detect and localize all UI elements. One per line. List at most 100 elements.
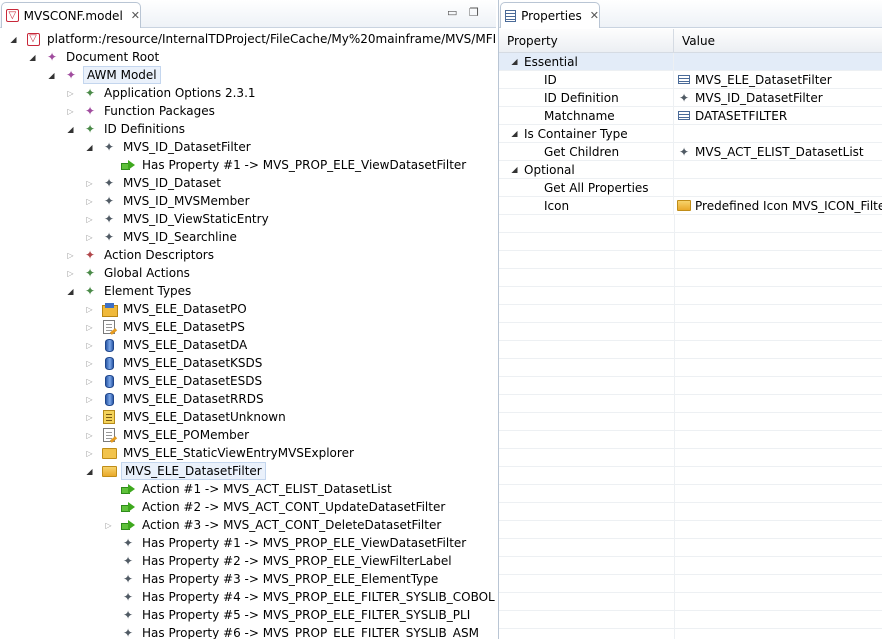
empty-table-row bbox=[499, 449, 882, 467]
column-header-property[interactable]: Property bbox=[499, 29, 674, 53]
tree-item[interactable]: ▷ ✦ MVS_ID_Searchline bbox=[0, 228, 496, 246]
collapsed-twisty-icon[interactable]: ▷ bbox=[84, 304, 95, 315]
collapsed-twisty-icon[interactable]: ▷ bbox=[65, 106, 76, 117]
editor-tab[interactable]: ▽ MVSCONF.model ✕ bbox=[1, 2, 141, 28]
tree-item[interactable]: ◢ ✦ Document Root bbox=[0, 48, 496, 66]
property-row[interactable]: Icon Predefined Icon MVS_ICON_Filter bbox=[499, 197, 882, 215]
model-file-icon: ▽ bbox=[25, 31, 41, 47]
collapsed-twisty-icon[interactable]: ▷ bbox=[84, 358, 95, 369]
tree-item[interactable]: ◢ ✦ Element Types bbox=[0, 282, 496, 300]
tree-item[interactable]: ◢ ✦ ID Definitions bbox=[0, 120, 496, 138]
tree-item[interactable]: ▷ MVS_ELE_DatasetDA bbox=[0, 336, 496, 354]
empty-table-row bbox=[499, 467, 882, 485]
property-value-cell[interactable]: DATASETFILTER bbox=[674, 107, 882, 124]
tree-item[interactable]: ✦ Has Property #5 -> MVS_PROP_ELE_FILTER_… bbox=[0, 606, 496, 624]
properties-tab[interactable]: Properties ✕ bbox=[500, 2, 600, 28]
tree-item[interactable]: ▷ MVS_ELE_DatasetPS bbox=[0, 318, 496, 336]
tree-item[interactable]: ◢ ▽ platform:/resource/InternalTDProject/F… bbox=[0, 30, 496, 48]
collapsed-twisty-icon[interactable]: ▷ bbox=[65, 250, 76, 261]
expanded-twisty-icon[interactable]: ◢ bbox=[84, 466, 95, 477]
tree-item[interactable]: ▷ MVS_ELE_StaticViewEntryMVSExplorer bbox=[0, 444, 496, 462]
tree-item[interactable]: ▷ Action #3 -> MVS_ACT_CONT_DeleteDataset… bbox=[0, 516, 496, 534]
tree-item-label: MVS_ELE_DatasetRRDS bbox=[123, 392, 264, 406]
purple-diamond-icon: ✦ bbox=[65, 68, 77, 82]
properties-icon bbox=[505, 9, 517, 22]
tree-item[interactable]: ◢ ✦ AWM Model bbox=[0, 66, 496, 84]
collapsed-twisty-icon[interactable]: ▷ bbox=[65, 268, 76, 279]
property-category-row[interactable]: ◢ Optional bbox=[499, 161, 882, 179]
column-divider bbox=[674, 359, 675, 376]
tree-item[interactable]: ▷ ✦ MVS_ID_Dataset bbox=[0, 174, 496, 192]
collapsed-twisty-icon[interactable]: ▷ bbox=[84, 232, 95, 243]
property-row[interactable]: ID Definition ✦ MVS_ID_DatasetFilter bbox=[499, 89, 882, 107]
tree-item[interactable]: Action #1 -> MVS_ACT_ELIST_DatasetList bbox=[0, 480, 496, 498]
property-row[interactable]: Matchname DATASETFILTER bbox=[499, 107, 882, 125]
property-category-row[interactable]: ◢ Essential bbox=[499, 53, 882, 71]
column-divider bbox=[674, 449, 675, 466]
expanded-twisty-icon[interactable]: ◢ bbox=[84, 142, 95, 153]
tree-item[interactable]: ✦ Has Property #2 -> MVS_PROP_ELE_ViewFil… bbox=[0, 552, 496, 570]
collapsed-twisty-icon[interactable]: ▷ bbox=[84, 340, 95, 351]
tree-item[interactable]: ▷ MVS_ELE_DatasetUnknown bbox=[0, 408, 496, 426]
expanded-twisty-icon[interactable]: ◢ bbox=[46, 70, 57, 81]
expanded-twisty-icon[interactable]: ◢ bbox=[8, 34, 19, 45]
tree-item[interactable]: ▷ MVS_ELE_DatasetRRDS bbox=[0, 390, 496, 408]
tree-item[interactable]: ▷ ✦ Application Options 2.3.1 bbox=[0, 84, 496, 102]
property-value-cell[interactable]: MVS_ELE_DatasetFilter bbox=[674, 71, 882, 88]
collapsed-twisty-icon[interactable]: ▷ bbox=[84, 178, 95, 189]
tree-item[interactable]: ◢ ✦ MVS_ID_DatasetFilter bbox=[0, 138, 496, 156]
tree-item[interactable]: ▷ ✦ MVS_ID_ViewStaticEntry bbox=[0, 210, 496, 228]
property-value-cell[interactable] bbox=[674, 179, 882, 196]
property-name: ID Definition bbox=[544, 90, 619, 105]
expanded-twisty-icon[interactable]: ◢ bbox=[509, 164, 520, 175]
expanded-twisty-icon[interactable]: ◢ bbox=[509, 56, 520, 67]
minimize-icon[interactable]: ▭ bbox=[447, 6, 457, 19]
gray-diamond-icon: ✦ bbox=[103, 230, 115, 244]
tree-item[interactable]: ▷ MVS_ELE_POMember bbox=[0, 426, 496, 444]
expanded-twisty-icon[interactable]: ◢ bbox=[27, 52, 38, 63]
collapsed-twisty-icon[interactable]: ▷ bbox=[84, 196, 95, 207]
document-icon bbox=[101, 319, 117, 335]
tree-item[interactable]: Action #2 -> MVS_ACT_CONT_UpdateDatasetF… bbox=[0, 498, 496, 516]
expanded-twisty-icon[interactable]: ◢ bbox=[509, 128, 520, 139]
tree-item[interactable]: ▷ MVS_ELE_DatasetPO bbox=[0, 300, 496, 318]
collapsed-twisty-icon[interactable]: ▷ bbox=[84, 394, 95, 405]
property-value-cell[interactable]: ✦ MVS_ID_DatasetFilter bbox=[674, 89, 882, 106]
property-row[interactable]: ID MVS_ELE_DatasetFilter bbox=[499, 71, 882, 89]
gray-diamond-icon: ✦ bbox=[122, 536, 134, 550]
collapsed-twisty-icon[interactable]: ▷ bbox=[84, 376, 95, 387]
property-row[interactable]: Get Children ✦ MVS_ACT_ELIST_DatasetList bbox=[499, 143, 882, 161]
empty-table-row bbox=[499, 557, 882, 575]
tree-item[interactable]: ◢ MVS_ELE_DatasetFilter bbox=[0, 462, 496, 480]
expanded-twisty-icon[interactable]: ◢ bbox=[65, 124, 76, 135]
tree-item[interactable]: ▷ MVS_ELE_DatasetKSDS bbox=[0, 354, 496, 372]
tree-item[interactable]: ✦ Has Property #1 -> MVS_PROP_ELE_ViewDat… bbox=[0, 534, 496, 552]
collapsed-twisty-icon[interactable]: ▷ bbox=[84, 448, 95, 459]
close-icon[interactable]: ✕ bbox=[590, 9, 599, 22]
property-value: Predefined Icon MVS_ICON_Filter bbox=[695, 198, 882, 213]
collapsed-twisty-icon[interactable]: ▷ bbox=[84, 214, 95, 225]
expanded-twisty-icon[interactable]: ◢ bbox=[65, 286, 76, 297]
collapsed-twisty-icon[interactable]: ▷ bbox=[65, 88, 76, 99]
property-row[interactable]: Get All Properties bbox=[499, 179, 882, 197]
tree-item[interactable]: Has Property #1 -> MVS_PROP_ELE_ViewData… bbox=[0, 156, 496, 174]
tree-item[interactable]: ✦ Has Property #3 -> MVS_PROP_ELE_Element… bbox=[0, 570, 496, 588]
tree-item[interactable]: ▷ ✦ Function Packages bbox=[0, 102, 496, 120]
column-header-value[interactable]: Value bbox=[674, 29, 882, 53]
close-icon[interactable]: ✕ bbox=[131, 9, 140, 22]
property-value-cell[interactable]: ✦ MVS_ACT_ELIST_DatasetList bbox=[674, 143, 882, 160]
tree-item[interactable]: ▷ ✦ Global Actions bbox=[0, 264, 496, 282]
tree-item[interactable]: ▷ ✦ MVS_ID_MVSMember bbox=[0, 192, 496, 210]
property-category-row[interactable]: ◢ Is Container Type bbox=[499, 125, 882, 143]
collapsed-twisty-icon[interactable]: ▷ bbox=[84, 412, 95, 423]
property-name: Matchname bbox=[544, 108, 615, 123]
tree-item[interactable]: ✦ Has Property #4 -> MVS_PROP_ELE_FILTER_… bbox=[0, 588, 496, 606]
collapsed-twisty-icon[interactable]: ▷ bbox=[103, 520, 114, 531]
tree-item[interactable]: ✦ Has Property #6 -> MVS_PROP_ELE_FILTER_… bbox=[0, 624, 496, 639]
collapsed-twisty-icon[interactable]: ▷ bbox=[84, 430, 95, 441]
property-value-cell[interactable]: Predefined Icon MVS_ICON_Filter bbox=[674, 197, 882, 214]
tree-item[interactable]: ▷ MVS_ELE_DatasetESDS bbox=[0, 372, 496, 390]
maximize-icon[interactable]: ❐ bbox=[469, 6, 479, 19]
collapsed-twisty-icon[interactable]: ▷ bbox=[84, 322, 95, 333]
tree-item[interactable]: ▷ ✦ Action Descriptors bbox=[0, 246, 496, 264]
